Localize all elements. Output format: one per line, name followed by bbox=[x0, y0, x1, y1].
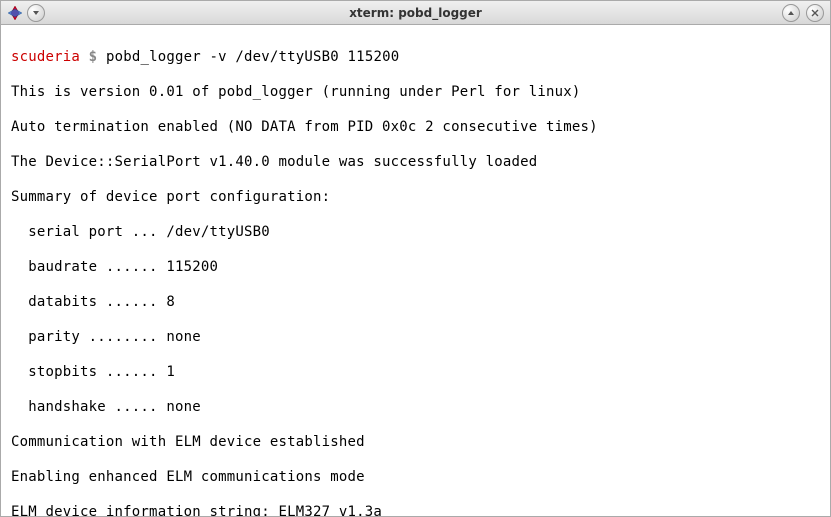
titlebar-right bbox=[782, 4, 824, 22]
prompt-host: scuderia bbox=[11, 49, 80, 65]
config-line: serial port ... /dev/ttyUSB0 bbox=[11, 224, 820, 242]
window-menu-button[interactable] bbox=[27, 4, 45, 22]
prompt-symbol: $ bbox=[89, 49, 98, 65]
output-line: Auto termination enabled (NO DATA from P… bbox=[11, 119, 820, 137]
output-line: This is version 0.01 of pobd_logger (run… bbox=[11, 84, 820, 102]
output-line: Enabling enhanced ELM communications mod… bbox=[11, 469, 820, 487]
minimize-button[interactable] bbox=[782, 4, 800, 22]
app-icon bbox=[7, 5, 23, 21]
output-line: ELM device information string: ELM327 v1… bbox=[11, 504, 820, 517]
output-line: The Device::SerialPort v1.40.0 module wa… bbox=[11, 154, 820, 172]
xterm-window: xterm: pobd_logger scuderia $ pobd_logge… bbox=[0, 0, 831, 517]
output-line: Summary of device port configuration: bbox=[11, 189, 820, 207]
prompt-line: scuderia $ pobd_logger -v /dev/ttyUSB0 1… bbox=[11, 49, 820, 67]
output-line: Communication with ELM device establishe… bbox=[11, 434, 820, 452]
config-line: stopbits ...... 1 bbox=[11, 364, 820, 382]
config-line: baudrate ...... 115200 bbox=[11, 259, 820, 277]
titlebar-left bbox=[7, 4, 45, 22]
command-text: pobd_logger -v /dev/ttyUSB0 115200 bbox=[106, 49, 399, 65]
window-title: xterm: pobd_logger bbox=[349, 6, 482, 20]
terminal-output[interactable]: scuderia $ pobd_logger -v /dev/ttyUSB0 1… bbox=[1, 25, 830, 516]
close-button[interactable] bbox=[806, 4, 824, 22]
titlebar[interactable]: xterm: pobd_logger bbox=[1, 1, 830, 25]
config-line: parity ........ none bbox=[11, 329, 820, 347]
config-line: handshake ..... none bbox=[11, 399, 820, 417]
config-line: databits ...... 8 bbox=[11, 294, 820, 312]
